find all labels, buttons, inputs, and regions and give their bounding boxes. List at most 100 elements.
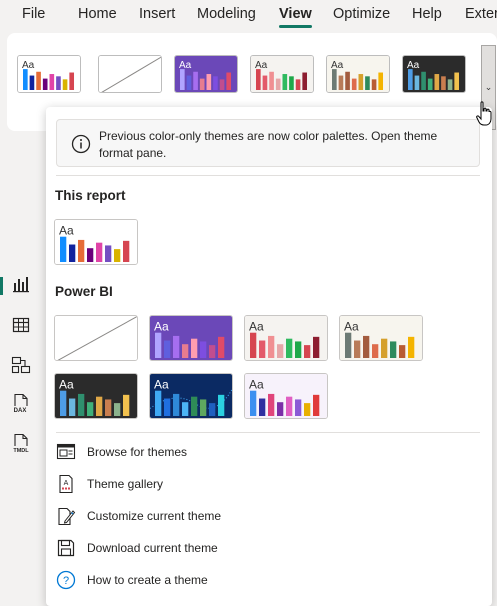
theme-swatch-bar <box>250 332 257 358</box>
help-icon: ? <box>56 570 76 590</box>
theme-swatch-bar <box>69 244 76 262</box>
theme-swatch-bar <box>49 74 55 90</box>
theme-swatch-bar <box>414 75 420 90</box>
table-view-icon[interactable] <box>11 315 31 335</box>
theme-swatch-bar <box>164 340 171 358</box>
menu-file[interactable]: File <box>22 6 45 22</box>
active-view-indicator <box>0 277 3 295</box>
model-view-icon[interactable] <box>11 355 31 375</box>
theme-swatch-bar <box>358 74 364 90</box>
menu-bar: File Home Insert Modeling View Optimize … <box>0 0 497 30</box>
how-to-create-a-theme-link[interactable]: ? How to create a theme <box>56 568 476 594</box>
theme-aa-label: Aa <box>154 320 169 334</box>
theme-aa-label: Aa <box>59 378 74 392</box>
theme-swatch-bar <box>259 398 266 416</box>
theme-swatch-bar <box>332 69 337 90</box>
theme-swatch-bar <box>209 345 216 358</box>
divider <box>56 175 480 176</box>
theme-swatch-bar <box>269 71 274 90</box>
theme-swatch-bar <box>282 74 288 90</box>
theme-swatch-bar <box>123 394 130 416</box>
download-current-theme-button[interactable]: Download current theme <box>56 536 476 562</box>
theme-swatch-bar <box>155 390 162 416</box>
menu-optimize[interactable]: Optimize <box>333 6 390 22</box>
theme-swatch-bar <box>275 78 281 90</box>
theme-pastel-tile[interactable]: Aa <box>244 373 328 419</box>
theme-swatch-bar <box>372 344 379 358</box>
theme-swatch-bar <box>295 341 302 358</box>
theme-swatch-bar <box>304 403 311 416</box>
theme-swatch-bar <box>399 345 406 358</box>
theme-aa-label: Aa <box>249 378 264 392</box>
theme-swatch-bar <box>365 76 370 90</box>
info-text: Previous color-only themes are now color… <box>99 129 438 160</box>
section-this-report: This report <box>55 188 126 203</box>
theme-pink-tile[interactable]: Aa <box>244 315 328 361</box>
action-label: Customize current theme <box>87 509 222 523</box>
theme-aa-label: Aa <box>59 224 74 238</box>
theme-dark-tile[interactable]: Aa <box>402 55 466 93</box>
theme-blank-tile[interactable] <box>98 55 162 93</box>
menu-insert[interactable]: Insert <box>139 6 175 22</box>
theme-gallery-button[interactable]: A Theme gallery <box>56 472 476 498</box>
theme-swatch-bar <box>351 78 357 90</box>
theme-blank-tile[interactable] <box>54 315 138 361</box>
theme-swatch-bar <box>219 79 225 90</box>
theme-swatch-bar <box>200 399 207 416</box>
section-power-bi: Power BI <box>55 284 113 299</box>
theme-swatch-bar <box>206 74 212 90</box>
theme-current-tile[interactable]: Aa <box>54 219 138 265</box>
theme-swatch-bar <box>250 390 257 416</box>
svg-text:TMDL: TMDL <box>13 448 29 454</box>
theme-swatch-bar <box>56 76 61 90</box>
theme-swatch-bar <box>191 338 198 358</box>
theme-swatch-bar <box>295 79 301 90</box>
theme-swatch-bar <box>313 336 320 358</box>
theme-swatch-bar <box>447 79 453 90</box>
svg-text:DAX: DAX <box>14 408 27 414</box>
customize-current-theme-button[interactable]: Customize current theme <box>56 504 476 530</box>
theme-swatch-bar <box>173 335 180 358</box>
theme-swatch-bar <box>345 332 352 358</box>
theme-swatch-bar <box>218 394 225 416</box>
theme-pink-tile[interactable]: Aa <box>250 55 314 93</box>
theme-swatch-bar <box>42 78 48 90</box>
theme-swatch-bar <box>209 403 216 416</box>
theme-earth-tile[interactable]: Aa <box>326 55 390 93</box>
tmdl-view-icon[interactable]: TMDL <box>11 433 31 454</box>
theme-purple-tile[interactable]: Aa <box>174 55 238 93</box>
theme-swatch-bar <box>62 79 68 90</box>
theme-swatch-bar <box>186 75 192 90</box>
theme-swatch-bar <box>434 74 440 90</box>
svg-text:A: A <box>64 480 69 487</box>
theme-purple-tile[interactable]: Aa <box>149 315 233 361</box>
action-label: Browse for themes <box>87 445 188 459</box>
download-theme-icon <box>56 538 76 558</box>
report-view-icon[interactable] <box>11 274 31 294</box>
theme-swatch-bar <box>354 340 361 358</box>
chevron-down-icon: ⌄ <box>484 82 493 92</box>
dax-query-view-icon[interactable]: DAX <box>11 393 31 414</box>
info-banner[interactable]: Previous color-only themes are now color… <box>56 119 480 167</box>
menu-modeling[interactable]: Modeling <box>197 6 256 22</box>
svg-text:?: ? <box>63 575 69 587</box>
theme-swatch-bar <box>268 335 275 358</box>
menu-external[interactable]: External <box>465 6 497 22</box>
browse-for-themes-button[interactable]: Browse for themes <box>56 440 476 466</box>
theme-swatch-bar <box>191 396 198 416</box>
menu-help[interactable]: Help <box>412 6 442 22</box>
theme-swatch-bar <box>256 69 261 90</box>
menu-home[interactable]: Home <box>78 6 117 22</box>
theme-default-tile[interactable]: Aa <box>17 55 81 93</box>
theme-swatch-bar <box>180 69 185 90</box>
theme-night-tile[interactable]: Aa <box>149 373 233 419</box>
theme-dark-tile[interactable]: Aa <box>54 373 138 419</box>
theme-swatch-bar <box>268 393 275 416</box>
browse-themes-icon <box>56 442 76 462</box>
theme-swatch-bar <box>173 393 180 416</box>
menu-view[interactable]: View <box>279 6 312 28</box>
theme-swatch-bar <box>36 71 41 90</box>
theme-earth-tile[interactable]: Aa <box>339 315 423 361</box>
action-label: Download current theme <box>87 541 218 555</box>
theme-aa-label: Aa <box>154 378 169 392</box>
